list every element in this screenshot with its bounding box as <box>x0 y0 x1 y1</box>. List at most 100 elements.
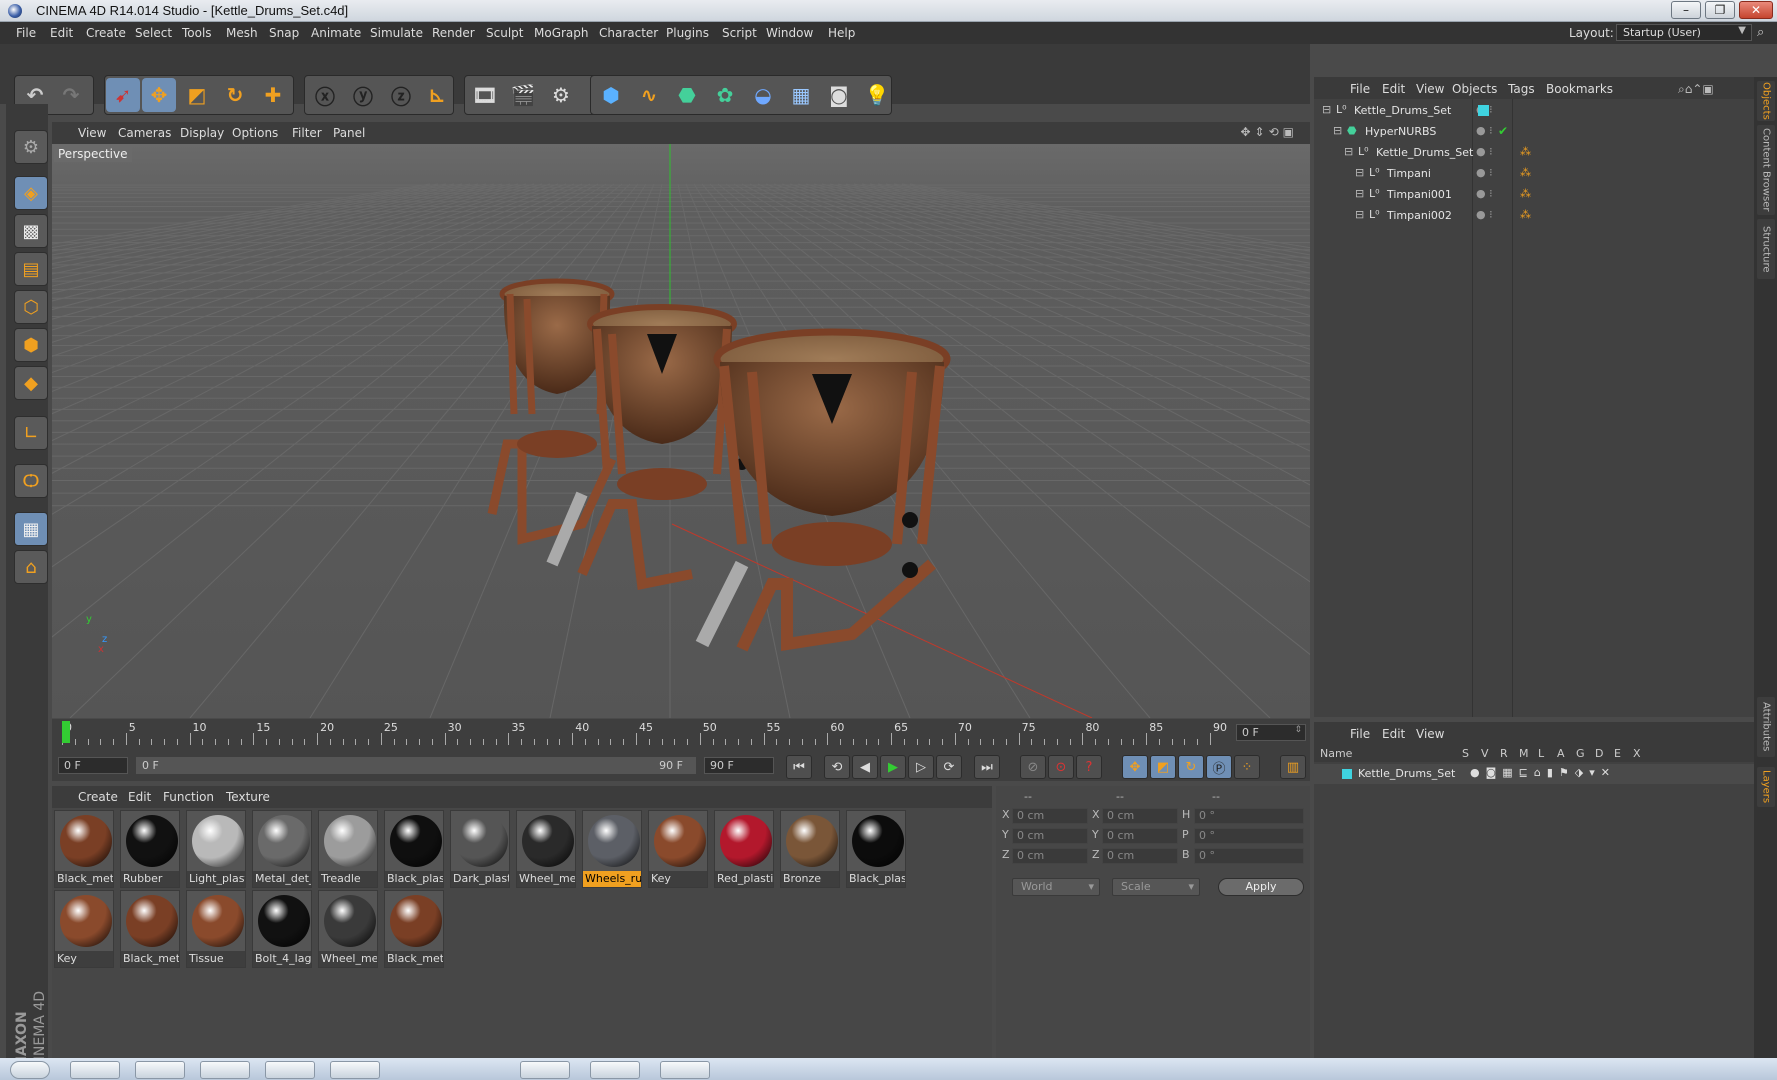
menu-help[interactable]: Help <box>828 26 855 40</box>
menu-sculpt[interactable]: Sculpt <box>486 26 523 40</box>
object-tree-row[interactable]: ⊟ L⁰ Timpani ● ⁝ ⁂ <box>1314 164 1754 184</box>
menu-window[interactable]: Window <box>766 26 813 40</box>
axis-mode-icon[interactable]: ∟ <box>14 416 48 450</box>
rotation-field[interactable]: 0 ° <box>1194 848 1304 864</box>
play-icon[interactable]: ▶ <box>880 755 906 779</box>
material-swatch[interactable]: Dark_plasti <box>450 810 510 888</box>
record-parameter-icon[interactable]: Ⓟ <box>1206 755 1232 779</box>
layer-column-header[interactable]: A <box>1557 747 1565 760</box>
minimize-button[interactable]: – <box>1671 1 1701 19</box>
material-swatch[interactable]: Black_meta <box>54 810 114 888</box>
material-swatch[interactable]: Light_plast <box>186 810 246 888</box>
scale-select[interactable]: Scale ▾ <box>1112 878 1200 896</box>
menu-create[interactable]: Create <box>86 26 126 40</box>
material-swatch[interactable]: Treadle <box>318 810 378 888</box>
material-menu-edit[interactable]: Edit <box>128 790 151 804</box>
material-swatch[interactable]: Rubber <box>120 810 180 888</box>
tab-content-browser[interactable]: Content Browser <box>1757 125 1775 215</box>
material-swatch[interactable]: Bolt_4_lag <box>252 890 312 968</box>
object-menu-tags[interactable]: Tags <box>1508 82 1535 96</box>
expand-collapse-icon[interactable]: ⊟ <box>1355 187 1364 200</box>
viewport-menu-display[interactable]: Display <box>180 126 224 140</box>
render-picture-viewer-icon[interactable]: 🎬 <box>506 78 540 112</box>
redo-icon[interactable]: ↷ <box>54 78 88 112</box>
go-to-start-icon[interactable]: ⏮ <box>786 755 812 779</box>
object-tree-row[interactable]: ⊟ L⁰ Timpani002 ● ⁝ ⁂ <box>1314 206 1754 226</box>
current-frame-field[interactable]: 0 F ⇕ <box>1236 724 1306 741</box>
close-button[interactable]: ✕ <box>1739 1 1773 19</box>
object-menu-bookmarks[interactable]: Bookmarks <box>1546 82 1613 96</box>
material-swatch[interactable]: Wheel_met <box>516 810 576 888</box>
layer-menu-file[interactable]: File <box>1350 727 1370 741</box>
end-frame-field[interactable]: 90 F <box>704 757 774 774</box>
coordinate-system-icon[interactable]: ⊾ <box>420 78 454 112</box>
viewport-menu-panel[interactable]: Panel <box>333 126 365 140</box>
live-selection-icon[interactable]: ➹ <box>106 78 140 112</box>
start-frame-field[interactable]: 0 F <box>58 757 128 774</box>
taskbar-item[interactable] <box>520 1061 570 1079</box>
material-swatch[interactable]: Key <box>648 810 708 888</box>
layer-column-header[interactable]: M <box>1519 747 1529 760</box>
viewport-menu-view[interactable]: View <box>78 126 106 140</box>
scale-icon[interactable]: ◩ <box>180 78 214 112</box>
tab-objects[interactable]: Objects <box>1757 81 1775 121</box>
tab-layers[interactable]: Layers <box>1757 767 1775 807</box>
object-menu-file[interactable]: File <box>1350 82 1370 96</box>
keyframe-selection-icon[interactable]: ? <box>1076 755 1102 779</box>
expand-collapse-icon[interactable]: ⊟ <box>1333 124 1342 137</box>
viewport-menu-cameras[interactable]: Cameras <box>118 126 171 140</box>
search-icon[interactable]: ⌕ <box>1757 25 1773 41</box>
material-swatch[interactable]: Wheel_met <box>318 890 378 968</box>
make-editable-icon[interactable]: ⚙ <box>14 130 48 164</box>
material-swatch[interactable]: Red_plastic <box>714 810 774 888</box>
layer-menu-view[interactable]: View <box>1416 727 1444 741</box>
visibility-dots-icon[interactable]: ● ⁝ <box>1476 187 1493 200</box>
expand-collapse-icon[interactable]: ⊟ <box>1322 103 1331 116</box>
planar-workplane-icon[interactable]: ⌂ <box>14 550 48 584</box>
create-last-icon[interactable]: ✚ <box>256 78 290 112</box>
size-field[interactable]: 0 cm <box>1102 848 1178 864</box>
texture-mode-icon[interactable]: ▩ <box>14 214 48 248</box>
layer-column-header[interactable]: G <box>1576 747 1585 760</box>
next-key-icon[interactable]: ⟳ <box>936 755 962 779</box>
expand-collapse-icon[interactable]: ⊟ <box>1355 208 1364 221</box>
workplane-mode-icon[interactable]: ▤ <box>14 252 48 286</box>
visibility-dots-icon[interactable]: ● ⁝ <box>1476 166 1493 179</box>
rotation-field[interactable]: 0 ° <box>1194 808 1304 824</box>
x-axis-lock-icon[interactable]: ⓧ <box>308 78 342 112</box>
material-menu-function[interactable]: Function <box>163 790 214 804</box>
menu-plugins[interactable]: Plugins <box>666 26 709 40</box>
taskbar-item[interactable] <box>265 1061 315 1079</box>
record-rotation-icon[interactable]: ↻ <box>1178 755 1204 779</box>
menu-edit[interactable]: Edit <box>50 26 73 40</box>
material-swatch[interactable]: Bronze <box>780 810 840 888</box>
model-mode-icon[interactable]: ◈ <box>14 176 48 210</box>
material-tag-icon[interactable]: ⁂ <box>1520 187 1531 200</box>
menu-mograph[interactable]: MoGraph <box>534 26 589 40</box>
record-position-icon[interactable]: ✥ <box>1122 755 1148 779</box>
apply-button[interactable]: Apply <box>1218 878 1304 896</box>
go-to-end-icon[interactable]: ⏭ <box>974 755 1000 779</box>
menu-script[interactable]: Script <box>722 26 757 40</box>
timeline-playhead[interactable] <box>62 721 70 743</box>
position-field[interactable]: 0 cm <box>1012 828 1088 844</box>
material-swatch[interactable]: Wheels_rul <box>582 810 642 888</box>
viewport-nav-icons[interactable]: ✥⇕⟲▣ <box>1240 125 1298 139</box>
taskbar-item[interactable] <box>135 1061 185 1079</box>
layer-flags-icons[interactable]: ●◙▦⊑⌂▮⚑⬗▾✕ <box>1470 766 1616 779</box>
object-tree-row[interactable]: ⊟L⁰Kettle_Drums_Set● ⁝ <box>1314 101 1754 121</box>
move-icon[interactable]: ✥ <box>142 78 176 112</box>
next-frame-icon[interactable]: ▷ <box>908 755 934 779</box>
y-axis-lock-icon[interactable]: ⓨ <box>346 78 380 112</box>
material-swatch[interactable]: Tissue <box>186 890 246 968</box>
layer-color-swatch[interactable] <box>1478 105 1489 116</box>
spline-icon[interactable]: ∿ <box>632 78 666 112</box>
render-view-icon[interactable]: 🎞 <box>468 78 502 112</box>
tab-structure[interactable]: Structure <box>1757 219 1775 279</box>
world-select[interactable]: World ▾ <box>1012 878 1100 896</box>
nurbs-icon[interactable]: ⬣ <box>670 78 704 112</box>
object-tree-row[interactable]: ⊟ ⬣ HyperNURBS ● ⁝ ✔ <box>1314 122 1754 142</box>
position-field[interactable]: 0 cm <box>1012 808 1088 824</box>
menu-file[interactable]: File <box>16 26 36 40</box>
restore-button[interactable]: ❐ <box>1705 1 1735 19</box>
